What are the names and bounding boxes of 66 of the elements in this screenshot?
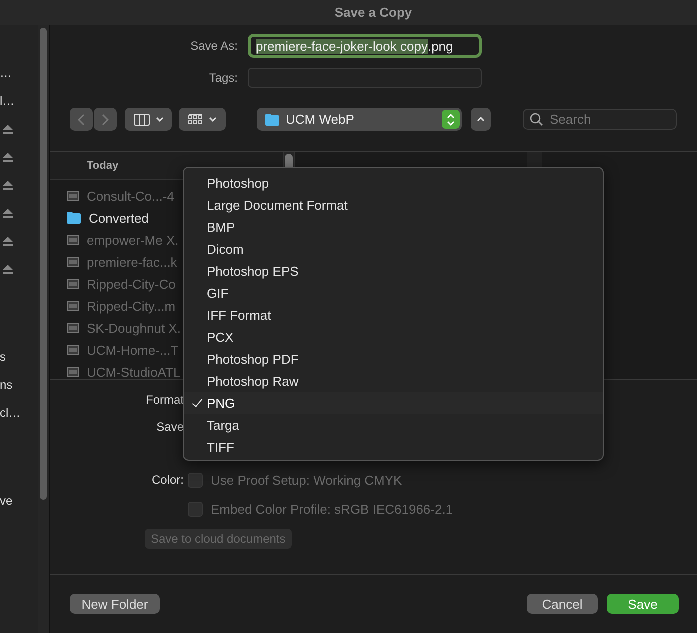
menu-item[interactable]: PNG <box>184 392 603 414</box>
image-file-icon <box>67 345 79 355</box>
sidebar-item[interactable]: ve <box>0 494 13 508</box>
chevron-right-icon <box>102 114 109 126</box>
search-icon <box>530 113 543 126</box>
cancel-button[interactable]: Cancel <box>527 594 598 614</box>
sidebar-item[interactable]: ns <box>0 378 13 392</box>
folder-icon <box>67 212 81 224</box>
menu-item[interactable]: Photoshop EPS <box>184 260 603 282</box>
eject-icon[interactable] <box>3 180 13 190</box>
menu-item[interactable]: Targa <box>184 414 603 436</box>
chevron-up-icon <box>477 117 485 122</box>
menu-item[interactable]: BMP <box>184 216 603 238</box>
menu-item[interactable]: Dicom <box>184 238 603 260</box>
format-label: Format <box>144 393 185 407</box>
image-file-icon <box>67 301 79 311</box>
menu-item[interactable]: Photoshop Raw <box>184 370 603 392</box>
grid-view-button[interactable] <box>179 108 226 131</box>
menu-item[interactable]: TIFF <box>184 436 603 458</box>
tags-label: Tags: <box>208 71 239 85</box>
sidebar-item[interactable]: s <box>0 350 6 364</box>
save-as-label: Save As: <box>190 39 239 53</box>
search-field[interactable]: Search <box>523 109 677 130</box>
new-folder-button[interactable]: New Folder <box>70 594 160 614</box>
column-view-button[interactable] <box>125 108 172 131</box>
back-button[interactable] <box>70 108 93 131</box>
sidebar-item[interactable]: … <box>0 66 12 80</box>
tags-field[interactable] <box>248 68 482 88</box>
caret-icon <box>156 117 164 122</box>
eject-icon[interactable] <box>3 264 13 274</box>
image-file-icon <box>67 323 79 333</box>
folder-icon <box>265 114 280 126</box>
checkbox-label: Use Proof Setup: Working CMYK <box>211 472 402 488</box>
sidebar-item[interactable]: l… <box>0 94 15 108</box>
save-label: Save <box>156 420 185 434</box>
menu-item[interactable]: Large Document Format <box>184 194 603 216</box>
stepper-icon <box>442 110 460 129</box>
location-popup[interactable]: UCM WebP <box>257 108 462 131</box>
image-file-icon <box>67 191 79 201</box>
section-header: Today <box>87 160 119 172</box>
caret-icon <box>209 117 217 122</box>
scrollbar-thumb[interactable] <box>40 28 47 500</box>
window-title: Save a Copy <box>334 5 412 20</box>
menu-item[interactable]: Photoshop <box>184 172 603 194</box>
eject-icon[interactable] <box>3 236 13 246</box>
forward-button[interactable] <box>94 108 117 131</box>
menu-item[interactable]: IFF Format <box>184 304 603 326</box>
filename-field[interactable]: premiere-face-joker-look copy.png <box>248 34 482 58</box>
eject-icon[interactable] <box>3 208 13 218</box>
image-file-icon <box>67 279 79 289</box>
sidebar-item[interactable]: cl… <box>0 406 21 420</box>
chevron-left-icon <box>78 114 85 126</box>
collapse-button[interactable] <box>471 108 491 131</box>
image-file-icon <box>67 235 79 245</box>
eject-icon[interactable] <box>3 124 13 134</box>
color-label: Color: <box>150 473 185 487</box>
columns-icon <box>134 114 150 126</box>
menu-item[interactable]: Photoshop PDF <box>184 348 603 370</box>
image-file-icon <box>67 367 79 377</box>
image-file-icon <box>67 257 79 267</box>
eject-icon[interactable] <box>3 152 13 162</box>
column-resize-handle[interactable] <box>285 154 293 168</box>
menu-item[interactable]: PCX <box>184 326 603 348</box>
grid-icon <box>188 114 203 126</box>
checkbox-label: Embed Color Profile: sRGB IEC61966-2.1 <box>211 502 454 516</box>
menu-item[interactable]: GIF <box>184 282 603 304</box>
